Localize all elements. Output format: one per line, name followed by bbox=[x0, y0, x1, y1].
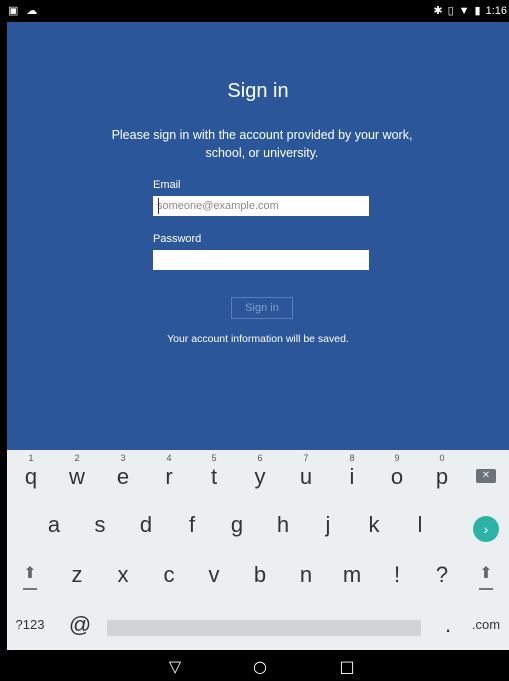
key-s[interactable]: s bbox=[77, 500, 123, 550]
key-u[interactable]: 7u bbox=[283, 450, 329, 500]
key-j[interactable]: j bbox=[305, 500, 351, 550]
key-w[interactable]: 2w bbox=[54, 450, 100, 500]
key-y[interactable]: 6y bbox=[237, 450, 283, 500]
key-c[interactable]: c bbox=[146, 550, 192, 600]
key-b[interactable]: b bbox=[237, 550, 283, 600]
key-r[interactable]: 4r bbox=[146, 450, 192, 500]
key-k[interactable]: k bbox=[351, 500, 397, 550]
key-question[interactable]: ? bbox=[419, 550, 465, 600]
status-bar: ▣ ☁ ✱ ▯ ▼ ▮ 1:16 bbox=[0, 0, 509, 22]
key-o[interactable]: 9o bbox=[374, 450, 420, 500]
password-label: Password bbox=[153, 233, 202, 245]
key-t[interactable]: 5t bbox=[191, 450, 237, 500]
key-x[interactable]: x bbox=[100, 550, 146, 600]
battery-icon: ▮ bbox=[474, 5, 481, 17]
key-l[interactable]: l bbox=[397, 500, 443, 550]
key-d[interactable]: d bbox=[123, 500, 169, 550]
bluetooth-icon: ✱ bbox=[433, 5, 443, 17]
saved-note: Your account information will be saved. bbox=[167, 333, 349, 345]
shift-key-right[interactable]: ⬆ bbox=[463, 550, 509, 600]
spacebar[interactable] bbox=[107, 620, 421, 636]
signin-description: Please sign in with the account provided… bbox=[111, 128, 413, 160]
backspace-icon: ✕ bbox=[476, 469, 496, 483]
left-edge-strip bbox=[0, 22, 7, 681]
image-icon: ▣ bbox=[8, 5, 19, 17]
shift-key-left[interactable]: ⬆ bbox=[7, 550, 53, 600]
key-v[interactable]: v bbox=[191, 550, 237, 600]
keyboard: 1q 2w 3e 4r 5t 6y 7u 8i 9o 0p ✕ a s d f … bbox=[7, 450, 509, 650]
shift-underline bbox=[479, 588, 493, 590]
key-i[interactable]: 8i bbox=[329, 450, 375, 500]
text-caret bbox=[158, 198, 159, 214]
keyboard-row-3: ⬆ z x c v b n m ! ? ⬆ bbox=[7, 550, 509, 600]
shift-icon: ⬆ bbox=[23, 565, 37, 582]
symbols-key[interactable]: ?123 bbox=[7, 600, 53, 650]
keyboard-row-1: 1q 2w 3e 4r 5t 6y 7u 8i 9o 0p ✕ bbox=[7, 450, 509, 500]
back-triangle-icon[interactable]: ▽ bbox=[155, 654, 195, 678]
signin-button[interactable]: Sign in bbox=[231, 297, 293, 319]
key-f[interactable]: f bbox=[169, 500, 215, 550]
key-g[interactable]: g bbox=[214, 500, 260, 550]
email-label: Email bbox=[153, 179, 181, 191]
key-exclamation[interactable]: ! bbox=[374, 550, 420, 600]
shift-icon: ⬆ bbox=[479, 565, 493, 582]
signin-panel: Sign in Please sign in with the account … bbox=[7, 22, 509, 450]
enter-icon: › bbox=[473, 516, 499, 542]
vibrate-icon: ▯ bbox=[447, 5, 454, 17]
key-e[interactable]: 3e bbox=[100, 450, 146, 500]
enter-key[interactable]: › bbox=[463, 500, 509, 550]
key-dotcom[interactable]: .com bbox=[463, 600, 509, 650]
key-n[interactable]: n bbox=[283, 550, 329, 600]
keyboard-row-2: a s d f g h j k l › bbox=[7, 500, 509, 550]
backspace-key[interactable]: ✕ bbox=[463, 450, 509, 500]
key-a[interactable]: a bbox=[31, 500, 77, 550]
page-title: Sign in bbox=[227, 80, 289, 102]
key-p[interactable]: 0p bbox=[419, 450, 465, 500]
password-field[interactable] bbox=[153, 250, 369, 270]
home-circle-icon[interactable]: ○ bbox=[240, 654, 280, 678]
key-z[interactable]: z bbox=[54, 550, 100, 600]
key-at[interactable]: @ bbox=[57, 600, 103, 650]
key-m[interactable]: m bbox=[329, 550, 375, 600]
wifi-icon: ▼ bbox=[458, 5, 470, 17]
email-field[interactable] bbox=[153, 196, 369, 216]
key-q[interactable]: 1q bbox=[8, 450, 54, 500]
recents-square-icon[interactable]: □ bbox=[327, 654, 367, 678]
status-time: 1:16 bbox=[485, 5, 507, 17]
key-h[interactable]: h bbox=[260, 500, 306, 550]
shift-underline bbox=[23, 588, 37, 590]
cloud-upload-icon: ☁ bbox=[26, 5, 38, 17]
nav-bar: ▽ ○ □ bbox=[7, 650, 509, 681]
